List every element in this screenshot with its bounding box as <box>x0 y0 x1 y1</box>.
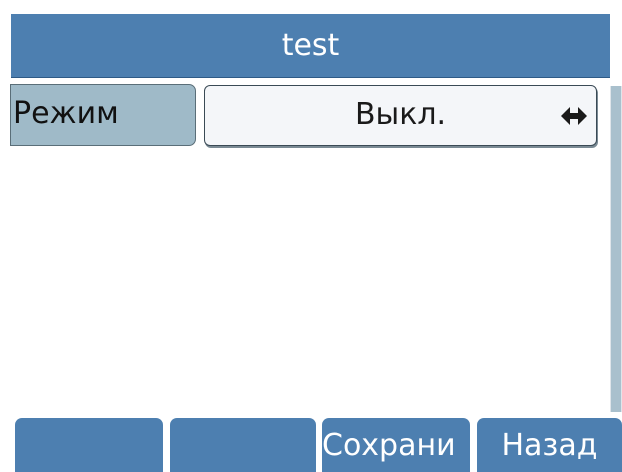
mode-value: Выкл. <box>354 97 447 132</box>
mode-selector[interactable]: Выкл. <box>204 85 597 146</box>
save-button[interactable]: Сохрани <box>322 418 470 472</box>
page-title: test <box>11 14 610 78</box>
left-right-arrows-icon[interactable] <box>560 102 588 130</box>
softkey-2[interactable] <box>170 418 316 472</box>
back-button[interactable]: Назад <box>477 418 622 472</box>
scrollbar-thumb[interactable] <box>611 86 621 412</box>
softkey-1[interactable] <box>15 418 163 472</box>
scrollbar[interactable] <box>610 86 622 412</box>
mode-label: Режим <box>10 84 196 146</box>
